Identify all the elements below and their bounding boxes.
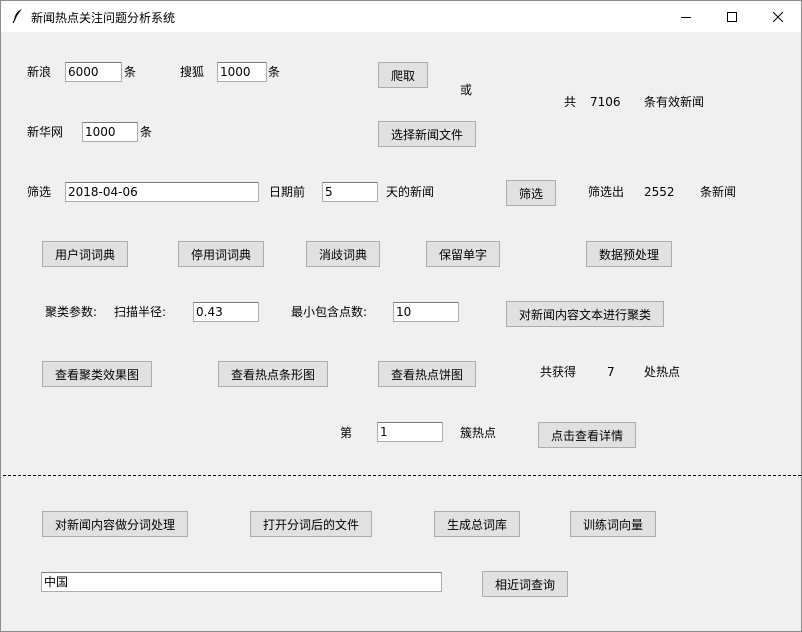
sina-count-input[interactable]: 6000 (65, 62, 122, 82)
window-title: 新闻热点关注问题分析系统 (31, 11, 176, 25)
similar-words-button[interactable]: 相近词查询 (482, 571, 568, 597)
scan-radius-input[interactable]: 0.43 (193, 302, 259, 322)
sina-label: 新浪 (27, 65, 52, 79)
cluster-button[interactable]: 对新闻内容文本进行聚类 (506, 301, 664, 327)
train-word-vectors-button[interactable]: 训练词向量 (570, 511, 656, 537)
filter-button[interactable]: 筛选 (506, 180, 556, 206)
disambig-dict-button[interactable]: 消歧词典 (306, 241, 380, 267)
cluster-index-input[interactable]: 1 (377, 422, 443, 442)
hotspot-count-value: 7 (607, 365, 615, 379)
scan-radius-label: 扫描半径: (114, 305, 167, 319)
xinhua-label: 新华网 (27, 125, 64, 139)
word-query-input[interactable]: 中国 (41, 572, 442, 592)
feather-icon (12, 9, 22, 24)
title-bar: 新闻热点关注问题分析系统 (1, 1, 801, 32)
or-label: 或 (460, 83, 473, 97)
filter-result-suffix-label: 条新闻 (700, 185, 737, 199)
preprocess-button[interactable]: 数据预处理 (586, 241, 672, 267)
close-button[interactable] (755, 1, 801, 32)
sohu-unit-label: 条 (268, 65, 281, 79)
hotspot-total-prefix-label: 共获得 (540, 365, 577, 379)
choose-file-button[interactable]: 选择新闻文件 (378, 121, 476, 147)
minimize-button[interactable] (663, 1, 709, 32)
stop-dict-button[interactable]: 停用词词典 (178, 241, 264, 267)
minimize-icon (681, 16, 691, 18)
segment-button[interactable]: 对新闻内容做分词处理 (42, 511, 188, 537)
days-input[interactable]: 5 (322, 182, 378, 202)
keep-single-char-button[interactable]: 保留单字 (426, 241, 500, 267)
build-corpus-button[interactable]: 生成总词库 (434, 511, 520, 537)
filter-result-prefix-label: 筛选出 (588, 185, 625, 199)
days-suffix-label: 天的新闻 (386, 185, 435, 199)
xinhua-unit-label: 条 (140, 125, 153, 139)
cluster-suffix-label: 簇热点 (460, 426, 497, 440)
sina-unit-label: 条 (124, 65, 137, 79)
bar-chart-button[interactable]: 查看热点条形图 (218, 361, 328, 387)
crawl-button[interactable]: 爬取 (378, 62, 428, 88)
cluster-plot-button[interactable]: 查看聚类效果图 (42, 361, 152, 387)
cluster-params-label: 聚类参数: (45, 305, 98, 319)
min-points-input[interactable]: 10 (393, 302, 459, 322)
xinhua-count-input[interactable]: 1000 (82, 122, 138, 142)
date-input[interactable]: 2018-04-06 (65, 182, 259, 202)
min-points-label: 最小包含点数: (291, 305, 368, 319)
close-icon (773, 11, 783, 22)
maximize-icon (727, 11, 737, 22)
maximize-button[interactable] (709, 1, 755, 32)
pie-chart-button[interactable]: 查看热点饼图 (378, 361, 476, 387)
hotspot-total-suffix-label: 处热点 (644, 365, 681, 379)
user-dict-button[interactable]: 用户词词典 (42, 241, 128, 267)
total-suffix-label: 条有效新闻 (644, 95, 705, 109)
sohu-count-input[interactable]: 1000 (217, 62, 267, 82)
before-date-label: 日期前 (269, 185, 306, 199)
section-divider (3, 475, 801, 476)
total-count-value: 7106 (590, 95, 621, 109)
filter-label: 筛选 (27, 185, 52, 199)
nth-label: 第 (340, 426, 353, 440)
total-prefix-label: 共 (564, 95, 577, 109)
filter-result-count-value: 2552 (644, 185, 675, 199)
sohu-label: 搜狐 (180, 65, 205, 79)
open-segmented-file-button[interactable]: 打开分词后的文件 (250, 511, 372, 537)
details-button[interactable]: 点击查看详情 (538, 422, 636, 448)
app-window: 新闻热点关注问题分析系统 新浪 6000 条 搜狐 1000 条 爬取 或 共 … (0, 0, 802, 632)
